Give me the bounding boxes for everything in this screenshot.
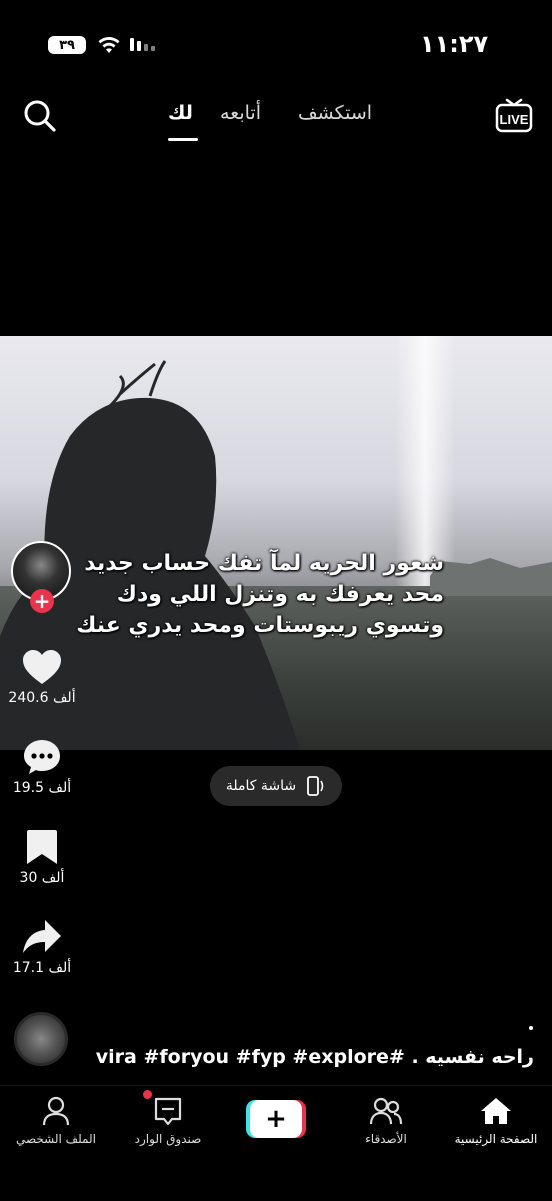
cellular-signal-icon xyxy=(130,38,155,51)
live-label: LIVE xyxy=(500,112,529,127)
live-icon: LIVE xyxy=(495,98,533,133)
video-caption: شعور الحريه لمآ تفك حساب جديد محد يعرفك … xyxy=(64,548,444,641)
tab-explore[interactable]: استكشف xyxy=(298,102,372,124)
share-icon xyxy=(23,920,61,953)
caption-line: محد يعرفك به وتنزل اللي ودك xyxy=(116,582,444,607)
follow-button[interactable]: + xyxy=(30,589,54,613)
like-button[interactable]: 240.6 ألف xyxy=(2,648,82,706)
person-silhouette xyxy=(0,360,552,750)
rotate-screen-icon xyxy=(307,776,324,796)
wifi-icon xyxy=(98,37,120,53)
profile-icon xyxy=(42,1096,70,1126)
inbox-icon xyxy=(154,1097,182,1126)
like-count: 240.6 ألف xyxy=(8,690,76,706)
battery-indicator: ٣٩ xyxy=(48,36,86,54)
nav-home[interactable]: الصفحة الرئيسية xyxy=(446,1096,546,1146)
nav-home-label: الصفحة الرئيسية xyxy=(454,1132,538,1146)
fullscreen-label: شاشة كاملة xyxy=(225,778,297,794)
description-dot xyxy=(529,1026,533,1030)
inbox-notification-dot xyxy=(143,1090,152,1099)
search-icon[interactable] xyxy=(22,98,58,134)
heart-icon xyxy=(23,650,61,684)
tab-following[interactable]: أتابعه xyxy=(220,102,261,124)
favorite-button[interactable]: 30 ألف xyxy=(2,828,82,886)
create-button[interactable]: + xyxy=(246,1100,306,1138)
create-plus: + xyxy=(265,1104,287,1134)
video-description[interactable]: راحه نفسيه . #vira #foryou #fyp #explore xyxy=(96,1046,534,1068)
active-tab-indicator xyxy=(168,138,198,141)
bottom-navigation: الصفحة الرئيسية الأصدقاء + صندوق الوارد xyxy=(0,1085,552,1201)
nav-inbox[interactable]: صندوق الوارد xyxy=(118,1096,218,1146)
caption-line: شعور الحريه لمآ تفك حساب جديد xyxy=(84,551,444,576)
friends-icon xyxy=(369,1097,403,1125)
nav-profile[interactable]: الملف الشخصي xyxy=(6,1096,106,1146)
feed-tabs: استكشف أتابعه لك xyxy=(150,102,390,142)
nav-profile-label: الملف الشخصي xyxy=(16,1132,96,1146)
music-disc[interactable] xyxy=(14,1012,68,1066)
video-player[interactable]: شعور الحريه لمآ تفك حساب جديد محد يعرفك … xyxy=(0,336,552,750)
nav-friends[interactable]: الأصدقاء xyxy=(336,1096,436,1146)
comment-count: 19.5 ألف xyxy=(12,780,72,796)
tab-for-you[interactable]: لك xyxy=(168,102,193,124)
share-button[interactable]: 17.1 ألف xyxy=(2,918,82,976)
home-icon xyxy=(481,1098,511,1124)
share-count: 17.1 ألف xyxy=(12,960,72,976)
live-button[interactable]: LIVE xyxy=(494,96,534,136)
comment-button[interactable]: 19.5 ألف xyxy=(2,738,82,796)
nav-friends-label: الأصدقاء xyxy=(365,1132,407,1146)
caption-line: وتسوي ريبوستات ومحد يدري عنك xyxy=(76,613,444,638)
status-time: ١١:٢٧ xyxy=(420,30,489,58)
favorite-count: 30 ألف xyxy=(19,870,65,886)
nav-inbox-label: صندوق الوارد xyxy=(134,1132,202,1146)
bookmark-icon xyxy=(27,830,57,864)
fullscreen-button[interactable]: شاشة كاملة xyxy=(210,766,342,806)
comment-icon xyxy=(24,740,60,774)
